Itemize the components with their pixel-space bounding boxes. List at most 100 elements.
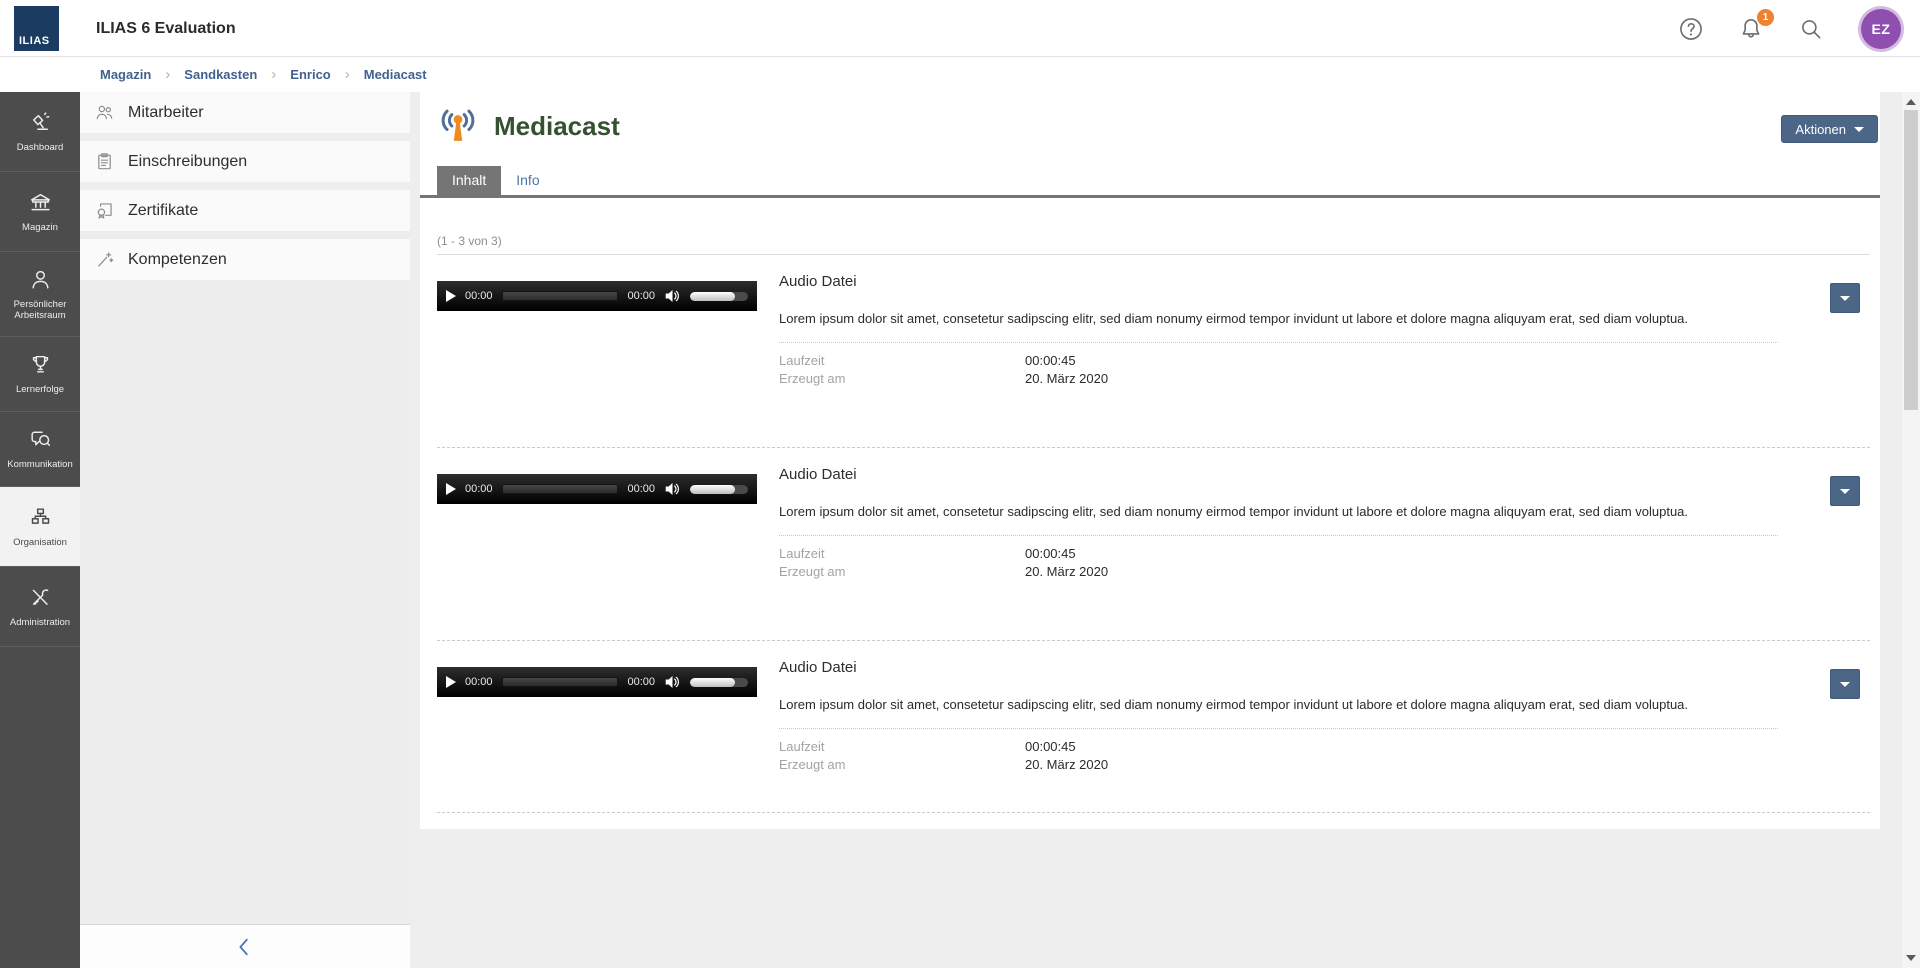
collapse-slate-button[interactable] [80, 924, 410, 968]
breadcrumb-link-sandkasten[interactable]: Sandkasten [184, 67, 257, 82]
property-label: Laufzeit [779, 352, 1025, 370]
volume-slider[interactable] [690, 485, 748, 494]
property-value: 20. März 2020 [1025, 756, 1108, 774]
property-label: Erzeugt am [779, 756, 1025, 774]
sidebar-item-magazin[interactable]: Magazin [0, 172, 80, 252]
breadcrumb-link-mediacast[interactable]: Mediacast [364, 67, 427, 82]
play-button[interactable] [446, 290, 456, 302]
header-actions: 1 EZ [1678, 0, 1904, 57]
tab-bar: Inhalt Info [437, 166, 1880, 195]
volume-fill [690, 485, 735, 494]
notification-badge: 1 [1757, 9, 1774, 26]
scrollbar-thumb[interactable] [1904, 110, 1918, 410]
pagination-counter: (1 - 3 von 3) [437, 234, 1870, 255]
main-content-area: Mediacast Aktionen Inhalt Info (1 - 3 vo… [410, 92, 1902, 968]
item-actions-dropdown-button[interactable] [1830, 476, 1860, 506]
duration: 00:00 [627, 290, 655, 302]
search-icon[interactable] [1798, 16, 1824, 42]
duration: 00:00 [627, 676, 655, 688]
breadcrumb-separator-icon: › [165, 66, 170, 83]
media-item: 00:00 00:00 Audio Datei Lorem ipsum dolo… [437, 448, 1870, 641]
sidebar-item-persoenlicher-arbeitsraum[interactable]: Persönlicher Arbeitsraum [0, 252, 80, 337]
property-value: 00:00:45 [1025, 738, 1076, 756]
scroll-up-arrow[interactable] [1902, 94, 1920, 110]
volume-slider[interactable] [690, 678, 748, 687]
ilias-logo-text: ILIAS [19, 35, 50, 47]
property-value: 20. März 2020 [1025, 370, 1108, 388]
property-label: Laufzeit [779, 545, 1025, 563]
certificate-icon [94, 200, 115, 221]
mediacast-broadcast-icon [437, 105, 479, 147]
seek-bar[interactable] [502, 291, 619, 301]
slate-item-einschreibungen[interactable]: Einschreibungen [80, 141, 410, 182]
organisation-slate: Mitarbeiter Einschreibungen Zertifikate … [80, 92, 410, 968]
sidebar-item-lernerfolge[interactable]: Lernerfolge [0, 337, 80, 412]
user-avatar[interactable]: EZ [1858, 6, 1904, 52]
media-list: (1 - 3 von 3) 00:00 00:00 [420, 234, 1880, 813]
tab-inhalt[interactable]: Inhalt [437, 166, 501, 195]
breadcrumb-link-enrico[interactable]: Enrico [290, 67, 330, 82]
property-value: 20. März 2020 [1025, 563, 1108, 581]
seek-bar[interactable] [502, 677, 619, 687]
media-item-description: Lorem ipsum dolor sit amet, consetetur s… [779, 503, 1778, 522]
divider [779, 728, 1778, 729]
audio-player: 00:00 00:00 [437, 667, 757, 697]
play-button[interactable] [446, 676, 456, 688]
notifications-bell-icon[interactable]: 1 [1738, 16, 1764, 42]
media-item-title: Audio Datei [779, 466, 1778, 483]
breadcrumb: Magazin › Sandkasten › Enrico › Mediacas… [100, 57, 427, 92]
caret-down-icon [1840, 489, 1850, 494]
vertical-scrollbar [1902, 92, 1920, 968]
current-time: 00:00 [465, 290, 493, 302]
volume-fill [690, 292, 735, 301]
help-icon[interactable] [1678, 16, 1704, 42]
person-icon [28, 267, 53, 292]
property-value: 00:00:45 [1025, 545, 1076, 563]
property-label: Erzeugt am [779, 563, 1025, 581]
property-label: Laufzeit [779, 738, 1025, 756]
breadcrumb-separator-icon: › [345, 66, 350, 83]
slate-item-kompetenzen[interactable]: Kompetenzen [80, 239, 410, 280]
avatar-initials: EZ [1861, 9, 1901, 49]
volume-slider[interactable] [690, 292, 748, 301]
media-item-title: Audio Datei [779, 273, 1778, 290]
sidebar-item-kommunikation[interactable]: Kommunikation [0, 412, 80, 487]
crossed-tools-icon [28, 585, 53, 610]
mute-speaker-icon[interactable] [664, 288, 681, 304]
audio-player: 00:00 00:00 [437, 281, 757, 311]
caret-down-icon [1854, 127, 1864, 132]
divider [779, 535, 1778, 536]
media-item: 00:00 00:00 Audio Datei Lorem ipsum dolo… [437, 641, 1870, 813]
ilias-app: ILIAS ILIAS 6 Evaluation 1 EZ Magazin › … [0, 0, 1920, 968]
mediacast-content-card: Mediacast Aktionen Inhalt Info (1 - 3 vo… [420, 92, 1880, 829]
slate-item-mitarbeiter[interactable]: Mitarbeiter [80, 92, 410, 133]
media-item-description: Lorem ipsum dolor sit amet, consetetur s… [779, 696, 1778, 715]
current-time: 00:00 [465, 483, 493, 495]
app-title: ILIAS 6 Evaluation [96, 0, 236, 57]
slate-item-zertifikate[interactable]: Zertifikate [80, 190, 410, 231]
breadcrumb-link-magazin[interactable]: Magazin [100, 67, 151, 82]
seek-bar[interactable] [502, 484, 619, 494]
audio-player: 00:00 00:00 [437, 474, 757, 504]
item-actions-dropdown-button[interactable] [1830, 669, 1860, 699]
chevron-left-icon [234, 934, 256, 960]
scroll-down-arrow[interactable] [1902, 950, 1920, 966]
item-actions-dropdown-button[interactable] [1830, 283, 1860, 313]
top-header: ILIAS ILIAS 6 Evaluation 1 EZ [0, 0, 1920, 57]
sidebar-item-dashboard[interactable]: Dashboard [0, 92, 80, 172]
duration: 00:00 [627, 483, 655, 495]
divider [779, 342, 1778, 343]
actions-dropdown-button[interactable]: Aktionen [1781, 115, 1878, 143]
trophy-icon [28, 352, 53, 377]
mute-speaker-icon[interactable] [664, 674, 681, 690]
sidebar-item-administration[interactable]: Administration [0, 567, 80, 647]
org-chart-icon [28, 505, 53, 530]
enrolment-clipboard-icon [94, 151, 115, 172]
sidebar-item-organisation[interactable]: Organisation [0, 487, 80, 567]
tab-info[interactable]: Info [501, 166, 554, 195]
play-button[interactable] [446, 483, 456, 495]
ilias-logo[interactable]: ILIAS [14, 6, 59, 51]
dashboard-lamp-icon [28, 110, 53, 135]
media-item: 00:00 00:00 Audio Datei Lorem ipsum dolo… [437, 255, 1870, 448]
mute-speaker-icon[interactable] [664, 481, 681, 497]
